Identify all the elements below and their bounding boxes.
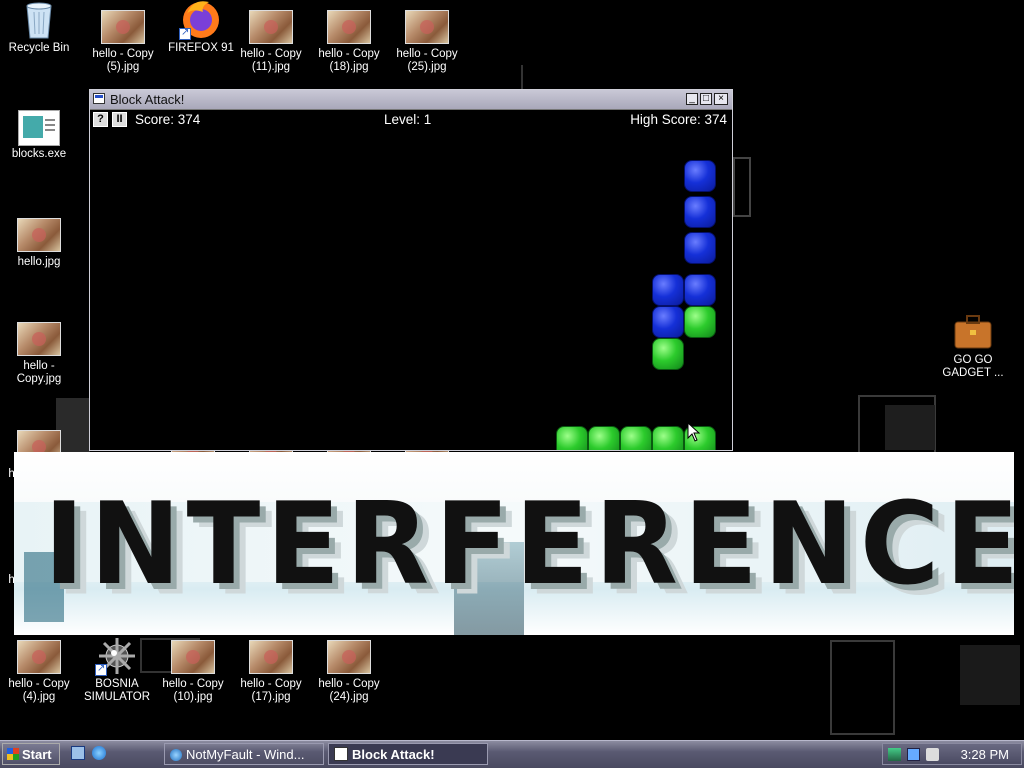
- desktop-icon-label: Recycle Bin: [8, 42, 70, 54]
- system-tray: 3:28 PM: [882, 743, 1022, 765]
- task-block-attack[interactable]: Block Attack!: [328, 743, 488, 765]
- taskbar: Start NotMyFault - Wind... Block Attack!…: [0, 740, 1024, 768]
- clock[interactable]: 3:28 PM: [961, 747, 1009, 762]
- green-block: [652, 426, 684, 450]
- desktop-icon[interactable]: hello.jpg: [0, 218, 78, 269]
- blue-block: [652, 306, 684, 338]
- interference-banner: INTERFERENCE: [14, 452, 1014, 635]
- desktop-icon[interactable]: hello - Copy (4).jpg: [0, 640, 78, 704]
- desktop-icon-label: hello - Copy.jpg: [16, 360, 62, 385]
- image-file-icon: [17, 218, 61, 252]
- blue-block: [652, 274, 684, 306]
- desktop-icon-label: hello - Copy (5).jpg: [92, 48, 154, 73]
- image-file-icon: [249, 640, 293, 674]
- desktop-icon[interactable]: hello - Copy.jpg: [0, 322, 78, 386]
- maximize-button[interactable]: □: [700, 93, 712, 105]
- desktop-icon[interactable]: blocks.exe: [0, 110, 78, 161]
- green-block: [620, 426, 652, 450]
- window-titlebar[interactable]: Block Attack! _ □ ×: [90, 90, 732, 110]
- desktop-icon-label: hello - Copy (11).jpg: [240, 48, 302, 73]
- image-file-icon: [171, 640, 215, 674]
- banner-text: INTERFERENCE: [44, 478, 1014, 611]
- high-score-label: High Score: 374: [630, 112, 727, 127]
- block-attack-icon: [334, 747, 348, 761]
- blue-block: [684, 160, 716, 192]
- green-block: [588, 426, 620, 450]
- firefox-icon: [179, 1, 223, 40]
- image-file-icon: [327, 10, 371, 44]
- show-desktop-icon[interactable]: [71, 746, 85, 760]
- blue-block: [684, 232, 716, 264]
- image-file-icon: [327, 640, 371, 674]
- bg-square: [960, 645, 1020, 705]
- desktop-icon-label: hello - Copy (18).jpg: [318, 48, 380, 73]
- game-playfield[interactable]: [90, 130, 732, 450]
- pause-button[interactable]: II: [112, 112, 127, 127]
- desktop-icon-label: hello - Copy (17).jpg: [240, 678, 302, 703]
- close-button[interactable]: ×: [714, 93, 728, 105]
- notmyfault-icon: [170, 749, 182, 761]
- desktop-icon-label: GO GO GADGET ...: [942, 354, 1004, 379]
- task-label: Block Attack!: [352, 747, 435, 762]
- desktop-icon[interactable]: BOSNIA SIMULATOR: [78, 638, 156, 704]
- desktop-icon-label: hello - Copy (25).jpg: [396, 48, 458, 73]
- window-title: Block Attack!: [110, 92, 185, 107]
- desktop-icon[interactable]: FIREFOX 91: [162, 1, 240, 55]
- desktop-icon[interactable]: Recycle Bin: [0, 2, 78, 55]
- green-block: [684, 306, 716, 338]
- desktop-icon[interactable]: hello - Copy (10).jpg: [154, 640, 232, 704]
- desktop-icon[interactable]: hello - Copy (5).jpg: [84, 10, 162, 74]
- blocks-exe-icon: [17, 110, 61, 146]
- image-file-icon: [17, 322, 61, 356]
- bg-square: [733, 157, 751, 217]
- desktop-icon[interactable]: GO GO GADGET ...: [934, 315, 1012, 380]
- briefcase-icon: [951, 315, 995, 350]
- desktop-icon-label: hello.jpg: [17, 256, 61, 268]
- network-icon[interactable]: [888, 748, 901, 761]
- desktop-icon[interactable]: hello - Copy (25).jpg: [388, 10, 466, 74]
- desktop-icon-label: hello - Copy (4).jpg: [8, 678, 70, 703]
- score-label: Score: 374: [135, 112, 201, 127]
- desktop-icon-label: FIREFOX 91: [168, 42, 234, 54]
- bg-square: [885, 405, 935, 450]
- monitor-icon[interactable]: [907, 748, 920, 761]
- bg-square: [830, 640, 895, 735]
- level-label: Level: 1: [384, 112, 432, 127]
- desktop-icon-label: BOSNIA SIMULATOR: [83, 678, 151, 703]
- task-notmyfault[interactable]: NotMyFault - Wind...: [164, 743, 324, 765]
- task-label: NotMyFault - Wind...: [186, 747, 305, 762]
- start-label: Start: [22, 747, 52, 762]
- desktop-icon-label: hello - Copy (10).jpg: [162, 678, 224, 703]
- game-status-bar: ? II Score: 374 Level: 1 High Score: 374: [90, 110, 732, 130]
- help-button[interactable]: ?: [93, 112, 108, 127]
- blue-block: [684, 196, 716, 228]
- desktop-icon[interactable]: hello - Copy (24).jpg: [310, 640, 388, 704]
- start-button[interactable]: Start: [2, 743, 60, 765]
- desktop-icon-label: blocks.exe: [11, 148, 67, 160]
- image-file-icon: [249, 10, 293, 44]
- desktop-icon-label: hello - Copy (24).jpg: [318, 678, 380, 703]
- desktop-icon[interactable]: hello - Copy (11).jpg: [232, 10, 310, 74]
- block-attack-window[interactable]: Block Attack! _ □ × ? II Score: 374 Leve…: [89, 89, 733, 451]
- desktop-icon[interactable]: hello - Copy (18).jpg: [310, 10, 388, 74]
- blue-block: [684, 274, 716, 306]
- image-file-icon: [17, 640, 61, 674]
- internet-explorer-icon[interactable]: [92, 746, 106, 760]
- green-block: [652, 338, 684, 370]
- image-file-icon: [101, 10, 145, 44]
- minimize-button[interactable]: _: [686, 93, 698, 105]
- volume-muted-icon[interactable]: [926, 748, 939, 761]
- recycle-bin-icon: [17, 2, 61, 39]
- image-file-icon: [405, 10, 449, 44]
- mine-icon: [95, 638, 139, 676]
- app-window-icon: [93, 93, 105, 104]
- desktop-icon[interactable]: hello - Copy (17).jpg: [232, 640, 310, 704]
- desktop: Recycle Bin hello - Copy (5).jpg FIREFOX 9…: [0, 0, 1024, 740]
- windows-flag-icon: [7, 748, 19, 760]
- green-block: [556, 426, 588, 450]
